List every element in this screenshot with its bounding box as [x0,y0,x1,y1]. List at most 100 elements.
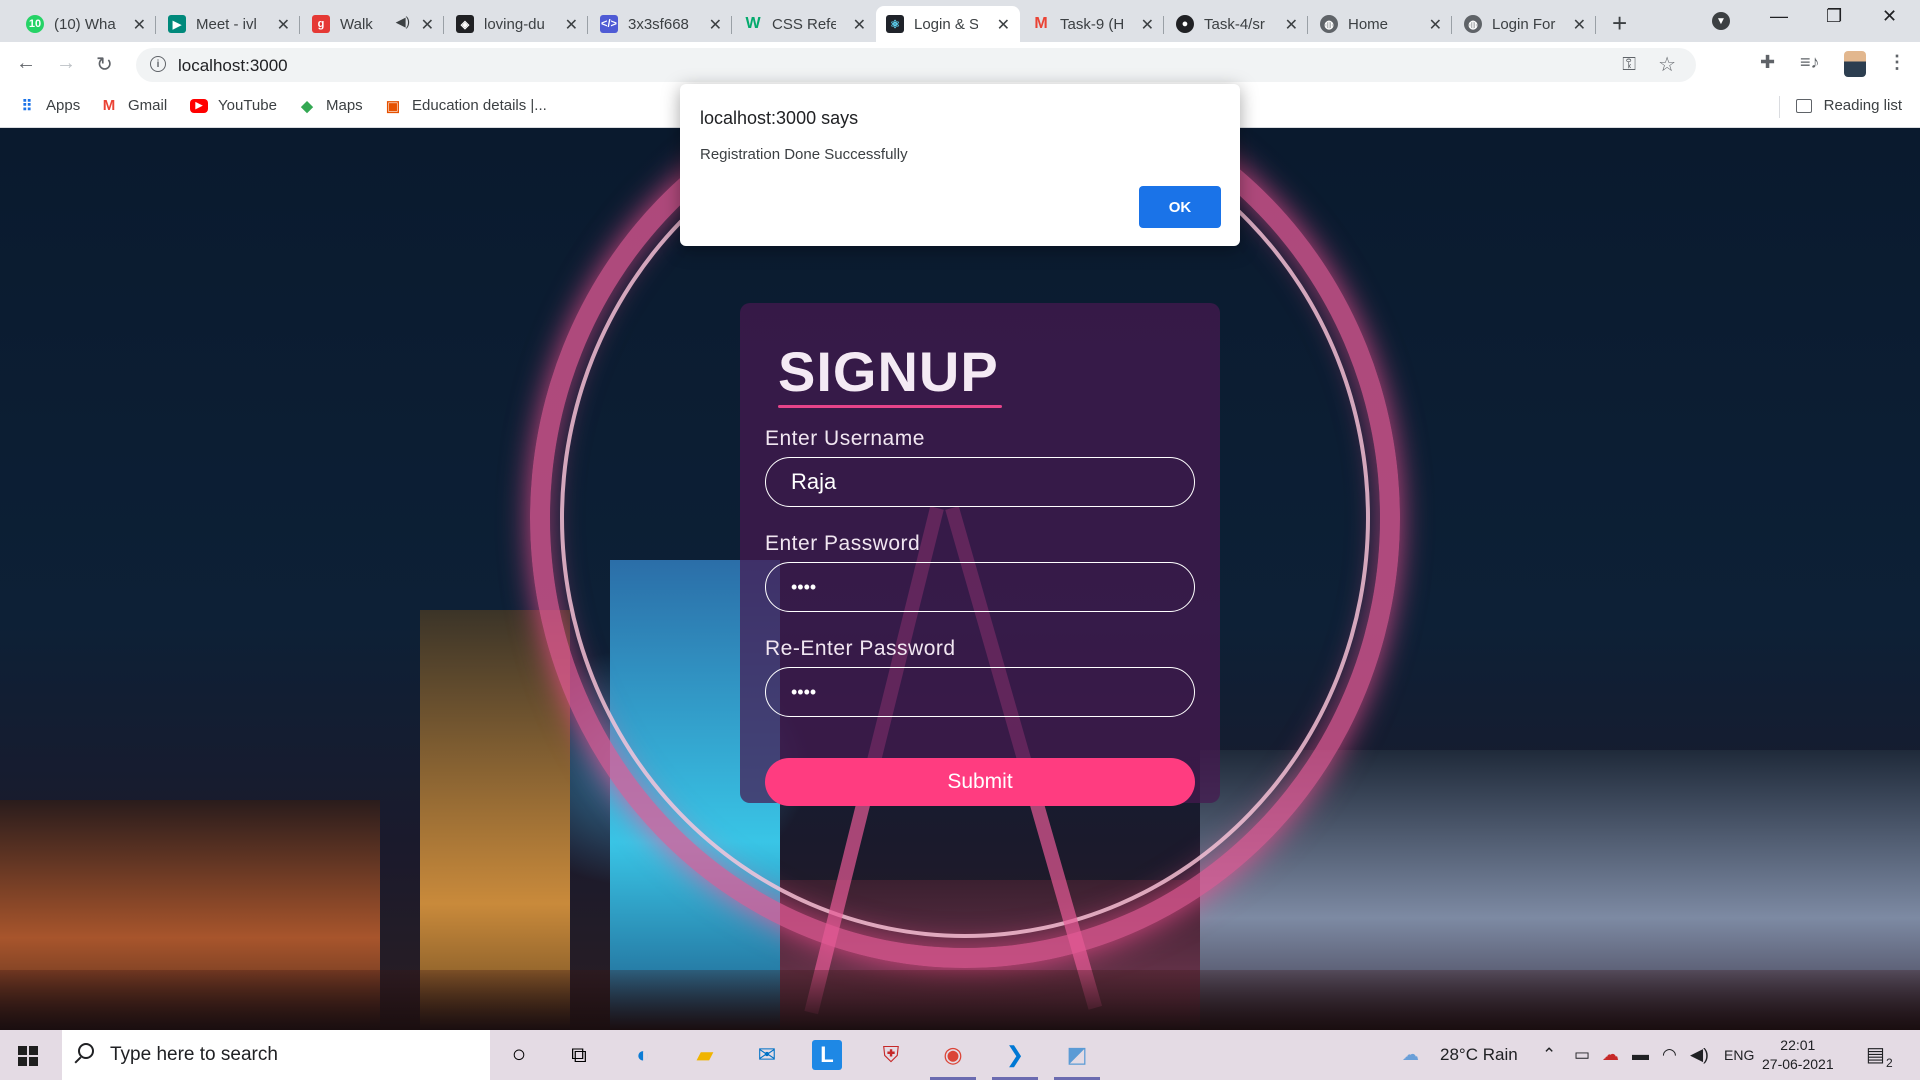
tab-search-chevron-icon[interactable]: ▼ [1712,12,1730,30]
bookmark-label: Maps [326,97,363,114]
profile-avatar[interactable] [1844,51,1866,77]
windows-taskbar: Type here to search ○ ⧉ ◐ ▰ ✉ L ⛨ ◉ ❯ ◩ … [0,1030,1920,1080]
close-icon[interactable]: ✕ [1141,15,1154,35]
globe-icon: ◍ [1464,15,1482,33]
site-info-icon[interactable]: i [150,56,166,72]
close-icon[interactable]: ✕ [1429,15,1442,35]
username-input[interactable]: Raja [765,457,1195,507]
back-arrow-icon[interactable]: ← [16,52,36,75]
bookmark-label: Gmail [128,97,168,114]
close-icon[interactable]: ✕ [853,15,866,35]
tab-gmail-task[interactable]: M Task-9 (H ✕ [1022,6,1164,42]
close-icon[interactable]: ✕ [277,15,290,35]
taskbar-clock[interactable]: 22:01 27-06-2021 [1762,1036,1834,1074]
cortana-circle-icon[interactable]: ○ [502,1038,536,1072]
code-icon: </> [600,15,618,33]
menu-kebab-icon[interactable]: ⋮ [1888,52,1906,73]
g-icon: g [312,15,330,33]
bookmark-youtube[interactable]: ▶ YouTube [190,97,277,114]
tab-home[interactable]: ◍ Home ✕ [1310,6,1452,42]
language-indicator[interactable]: ENG [1724,1047,1754,1063]
taskbar-search-box[interactable]: Type here to search [62,1030,490,1080]
close-icon[interactable]: ✕ [709,15,722,35]
submit-button[interactable]: Submit [765,758,1195,806]
tab-whatsapp[interactable]: 10 (10) WhatsApp ✕ [16,6,156,42]
windows-start-icon[interactable] [18,1046,38,1066]
codesandbox-icon: ◈ [456,15,474,33]
bookmark-maps[interactable]: ◆ Maps [298,97,363,115]
bookmark-gmail[interactable]: M Gmail [100,97,167,114]
wifi-icon[interactable]: ◠ [1662,1045,1677,1065]
restore-icon[interactable]: ❐ [1826,6,1842,27]
close-icon[interactable]: ✕ [1573,15,1586,35]
address-url[interactable]: localhost:3000 [178,56,288,76]
close-icon[interactable]: ✕ [1285,15,1298,35]
address-bar[interactable]: i localhost:3000 ⚿ ☆ [136,48,1696,82]
tab-code[interactable]: </> 3x3sf668 ✕ [590,6,732,42]
bookmark-label: Education details |... [412,97,547,114]
tab-title: (10) WhatsApp [54,15,116,33]
bookmark-apps[interactable]: ⠿ Apps [18,97,81,115]
clock-date: 27-06-2021 [1762,1056,1834,1072]
speaker-icon[interactable]: ◀) [396,14,410,30]
mcafee-shield-icon[interactable]: ⛨ [874,1038,908,1072]
close-icon[interactable]: ✕ [997,15,1010,35]
notification-center-icon[interactable]: ▤ [1866,1042,1885,1067]
meet-now-icon[interactable]: ▭ [1574,1045,1590,1065]
vscode-icon[interactable]: ❯ [992,1038,1038,1080]
edge-icon[interactable]: ◐ [626,1038,660,1072]
bookmark-star-icon[interactable]: ☆ [1658,52,1676,77]
onedrive-error-icon[interactable]: ☁ [1602,1045,1619,1065]
window-close-icon[interactable]: ✕ [1882,6,1897,27]
new-tab-plus-icon[interactable]: + [1612,8,1627,39]
key-icon[interactable]: ⚿ [1622,54,1636,75]
edu-icon: ▣ [385,97,401,115]
tab-title: CSS Refer [772,15,836,33]
ok-button[interactable]: OK [1139,186,1221,228]
tray-chevron-up-icon[interactable]: ⌃ [1542,1045,1556,1065]
volume-icon[interactable]: ◀) [1690,1045,1709,1065]
search-placeholder: Type here to search [110,1044,278,1065]
github-icon: ● [1176,15,1194,33]
forward-arrow-icon[interactable]: → [56,52,76,75]
close-icon[interactable]: ✕ [133,15,146,35]
bookmark-education[interactable]: ▣ Education details |... [384,97,547,115]
tab-codesandbox[interactable]: ◈ loving-du ✕ [446,6,588,42]
l-app-icon[interactable]: L [812,1040,842,1070]
tab-walk[interactable]: g Walk ◀) ✕ [302,6,444,42]
battery-icon[interactable]: ▬ [1632,1045,1649,1065]
tab-title: Home [1348,15,1389,33]
file-explorer-icon[interactable]: ▰ [688,1038,722,1072]
tab-title: Task-4/sr [1204,15,1265,33]
extensions-puzzle-icon[interactable]: ✚ [1760,52,1775,73]
minimize-icon[interactable]: — [1770,6,1788,27]
chrome-icon[interactable]: ◉ [930,1038,976,1080]
page-viewport: SIGNUP Enter Username Raja Enter Passwor… [0,128,1920,1030]
reload-icon[interactable]: ↻ [96,52,113,77]
reading-list-icon [1795,98,1812,113]
gmail-icon: M [1034,15,1048,32]
close-icon[interactable]: ✕ [565,15,578,35]
tab-title: Login & S [914,15,978,33]
tab-meet[interactable]: ▶ Meet - ivl ✕ [158,6,300,42]
password-input[interactable]: •••• [765,562,1195,612]
reading-list-button[interactable]: Reading list [1795,97,1902,114]
dialog-message: Registration Done Successfully [700,146,908,163]
app-window-icon[interactable]: ◩ [1054,1038,1100,1080]
reenter-password-input[interactable]: •••• [765,667,1195,717]
bookmark-label: YouTube [218,97,277,114]
tab-login-form[interactable]: ◍ Login For ✕ [1454,6,1596,42]
mail-icon[interactable]: ✉ [750,1038,784,1072]
tab-login-signup[interactable]: ⚛ Login & S ✕ [876,6,1020,42]
close-icon[interactable]: ✕ [421,15,434,35]
media-control-icon[interactable]: ≡♪ [1800,52,1820,73]
globe-icon: ◍ [1320,15,1338,33]
weather-rain-icon[interactable]: ☁ [1402,1045,1419,1065]
divider [1779,96,1780,118]
youtube-icon: ▶ [190,98,208,113]
tab-css-reference[interactable]: W CSS Refer ✕ [734,6,876,42]
task-view-icon[interactable]: ⧉ [562,1038,596,1072]
tab-github[interactable]: ● Task-4/sr ✕ [1166,6,1308,42]
weather-text[interactable]: 28°C Rain [1440,1045,1518,1065]
password-label: Enter Password [765,532,921,555]
